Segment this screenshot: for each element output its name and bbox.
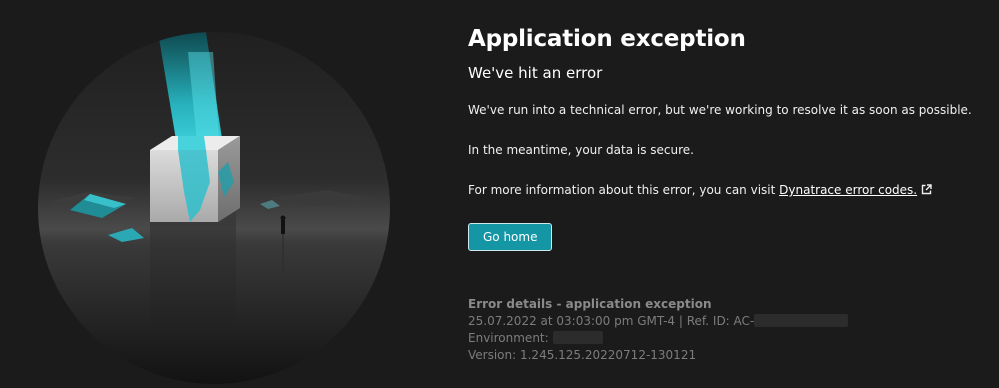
cube-scene-illustration xyxy=(38,32,390,384)
error-page: Application exception We've hit an error… xyxy=(0,0,999,388)
redacted-ref-id xyxy=(754,314,849,327)
page-title: Application exception xyxy=(468,26,746,52)
data-secure-message: In the meantime, your data is secure. xyxy=(468,143,694,157)
external-link-icon[interactable] xyxy=(921,182,932,200)
more-info-text: For more information about this error, y… xyxy=(468,183,780,197)
page-subtitle: We've hit an error xyxy=(468,64,603,82)
error-illustration xyxy=(28,32,400,384)
error-content: Application exception We've hit an error… xyxy=(468,24,988,364)
redacted-environment xyxy=(552,331,603,344)
error-message: We've run into a technical error, but we… xyxy=(468,103,972,117)
version-line: Version: 1.245.125.20220712-130121 xyxy=(468,348,697,362)
error-codes-link[interactable]: Dynatrace error codes. xyxy=(779,183,917,197)
error-details: Error details - application exception 25… xyxy=(468,296,988,364)
error-timestamp: 25.07.2022 at 03:03:00 pm GMT-4 | Ref. I… xyxy=(468,314,755,328)
more-info-message: For more information about this error, y… xyxy=(468,181,988,200)
environment-label: Environment: xyxy=(468,331,549,345)
error-details-title: Error details - application exception xyxy=(468,297,712,311)
go-home-button[interactable]: Go home xyxy=(468,223,553,251)
error-timestamp-line: 25.07.2022 at 03:03:00 pm GMT-4 | Ref. I… xyxy=(468,313,988,330)
environment-line: Environment: xyxy=(468,330,988,347)
